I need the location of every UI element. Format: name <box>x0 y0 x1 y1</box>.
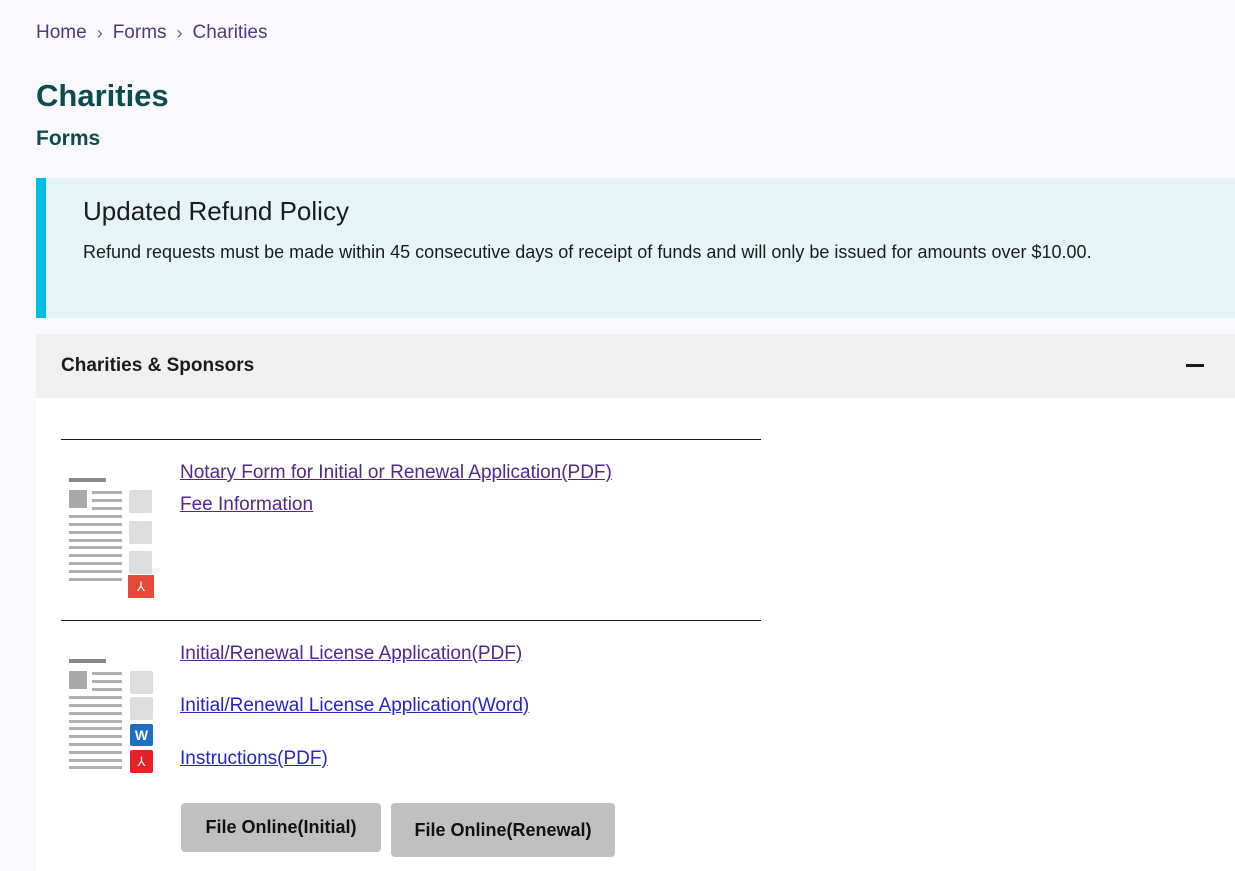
license-application-pdf-link[interactable]: Initial/Renewal License Application(PDF) <box>180 643 522 665</box>
notary-form-link[interactable]: Notary Form for Initial or Renewal Appli… <box>180 462 612 484</box>
word-icon: W <box>130 724 153 746</box>
file-online-initial-button[interactable]: File Online(Initial) <box>181 803 381 852</box>
accordion-content: ⅄ Notary Form for Initial or Renewal App… <box>36 398 1235 871</box>
document-pdf-icon: ⅄ <box>68 478 156 598</box>
breadcrumb-charities[interactable]: Charities <box>193 22 268 44</box>
breadcrumb-forms[interactable]: Forms <box>113 22 167 44</box>
chevron-right-icon: › <box>176 22 183 43</box>
alert-title: Updated Refund Policy <box>83 196 349 226</box>
divider <box>61 620 761 621</box>
minus-icon[interactable] <box>1186 364 1204 367</box>
accordion-title: Charities & Sponsors <box>61 355 255 376</box>
refund-policy-alert: Updated Refund Policy Refund requests mu… <box>36 178 1235 318</box>
divider <box>61 439 761 440</box>
document-word-pdf-icon: W ⅄ <box>68 659 156 779</box>
breadcrumb: Home › Forms › Charities <box>36 22 268 44</box>
license-application-word-link[interactable]: Initial/Renewal License Application(Word… <box>180 695 529 717</box>
instructions-pdf-link[interactable]: Instructions(PDF) <box>180 748 328 770</box>
chevron-right-icon: › <box>96 22 103 43</box>
accordion-header-charities-sponsors[interactable]: Charities & Sponsors <box>36 334 1235 398</box>
fee-information-link[interactable]: Fee Information <box>180 494 313 516</box>
pdf-icon: ⅄ <box>128 575 154 598</box>
pdf-icon: ⅄ <box>130 750 153 773</box>
alert-body: Refund requests must be made within 45 c… <box>83 242 1092 262</box>
breadcrumb-home[interactable]: Home <box>36 22 87 44</box>
page-title: Charities <box>36 78 169 113</box>
file-online-renewal-button[interactable]: File Online(Renewal) <box>391 803 615 857</box>
page-subtitle: Forms <box>36 127 101 150</box>
